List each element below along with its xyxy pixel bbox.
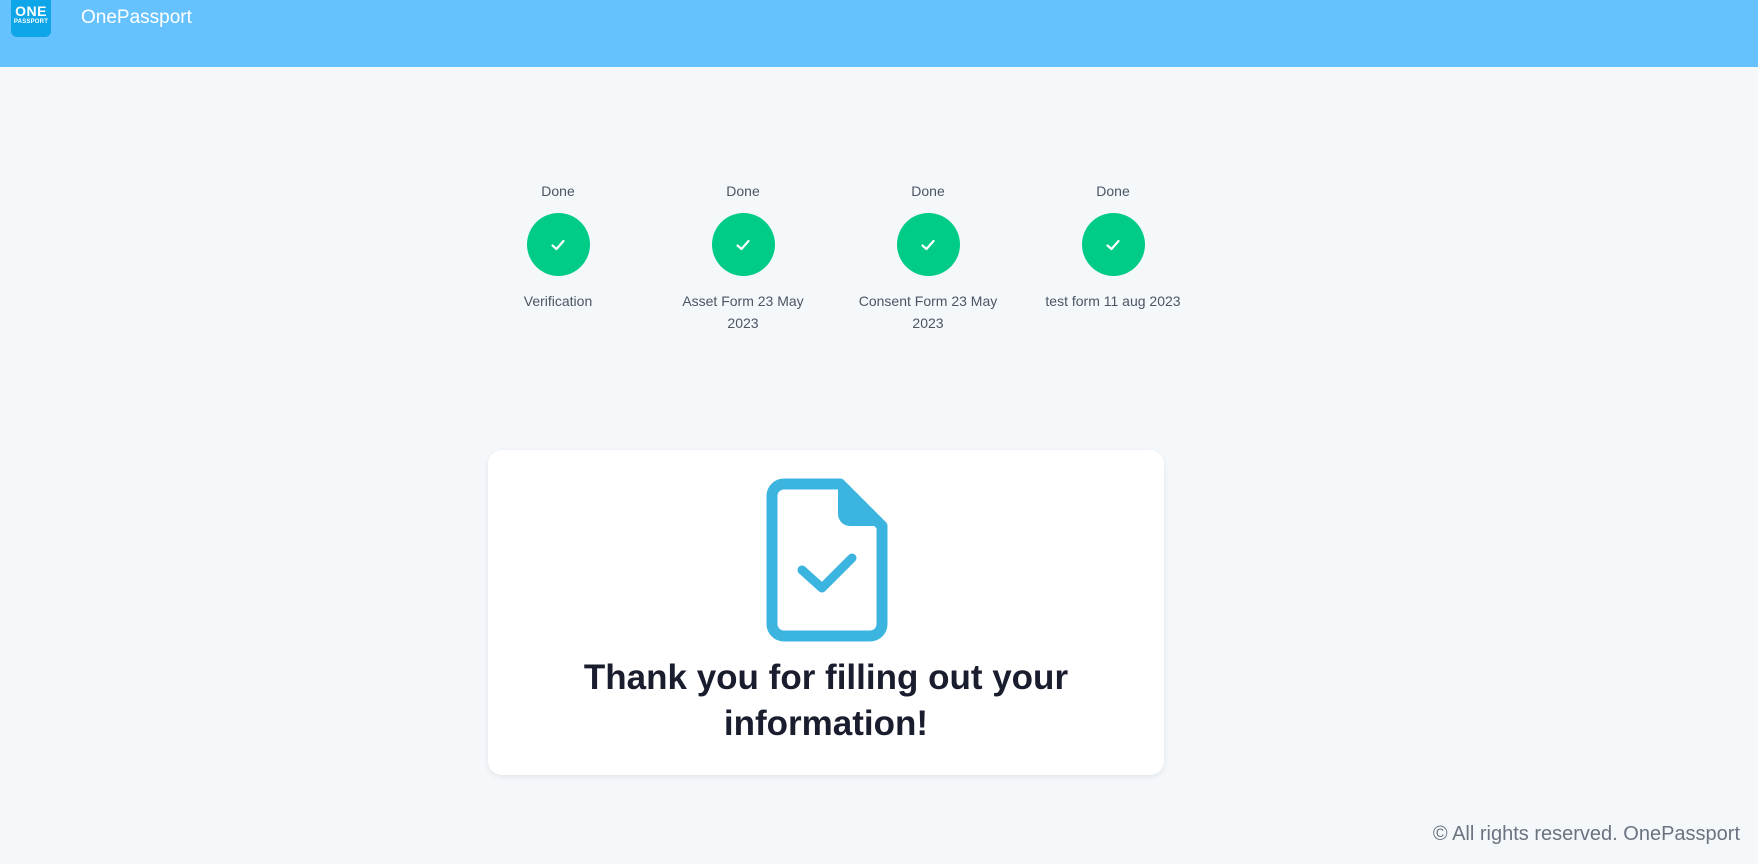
step-label: test form 11 aug 2023	[1045, 293, 1181, 309]
step-complete-indicator	[896, 213, 960, 276]
logo-text-bottom: PASSPORT	[13, 19, 49, 25]
step-status: Done	[541, 183, 575, 199]
step-test-form: Done test form 11 aug 2023	[1043, 181, 1183, 312]
check-icon	[551, 239, 565, 250]
step-complete-indicator	[526, 213, 590, 276]
step-label: Asset Form 23 May 2023	[682, 293, 804, 331]
step-label: Verification	[523, 293, 593, 309]
top-header: ONE PASSPORT OnePassport	[0, 0, 1758, 67]
check-icon	[921, 239, 935, 250]
document-check-icon	[766, 478, 888, 642]
step-asset-form: Done Asset Form 23 May 2023	[673, 181, 813, 334]
footer-copyright: © All rights reserved. OnePassport	[1432, 823, 1740, 845]
logo-text-top: ONE	[15, 3, 47, 19]
thank-you-message: Thank you for filling out your informati…	[488, 655, 1164, 747]
step-complete-indicator	[1081, 213, 1145, 276]
step-complete-indicator	[711, 213, 775, 276]
step-status: Done	[911, 183, 945, 199]
step-status: Done	[726, 183, 760, 199]
completion-card: Thank you for filling out your informati…	[488, 450, 1164, 775]
app-logo[interactable]: ONE PASSPORT	[11, 0, 51, 37]
app-title[interactable]: OnePassport	[81, 7, 192, 29]
step-verification: Done Verification	[488, 181, 628, 312]
step-label: Consent Form 23 May 2023	[858, 293, 998, 331]
progress-steps: Done Verification Done Asset Form 23 May…	[488, 181, 1228, 341]
thank-you-line-2: information!	[723, 704, 929, 743]
thank-you-line-1: Thank you for filling out your	[583, 658, 1069, 697]
step-consent-form: Done Consent Form 23 May 2023	[858, 181, 998, 334]
check-icon	[736, 239, 750, 250]
step-status: Done	[1096, 183, 1130, 199]
check-icon	[1106, 239, 1120, 250]
